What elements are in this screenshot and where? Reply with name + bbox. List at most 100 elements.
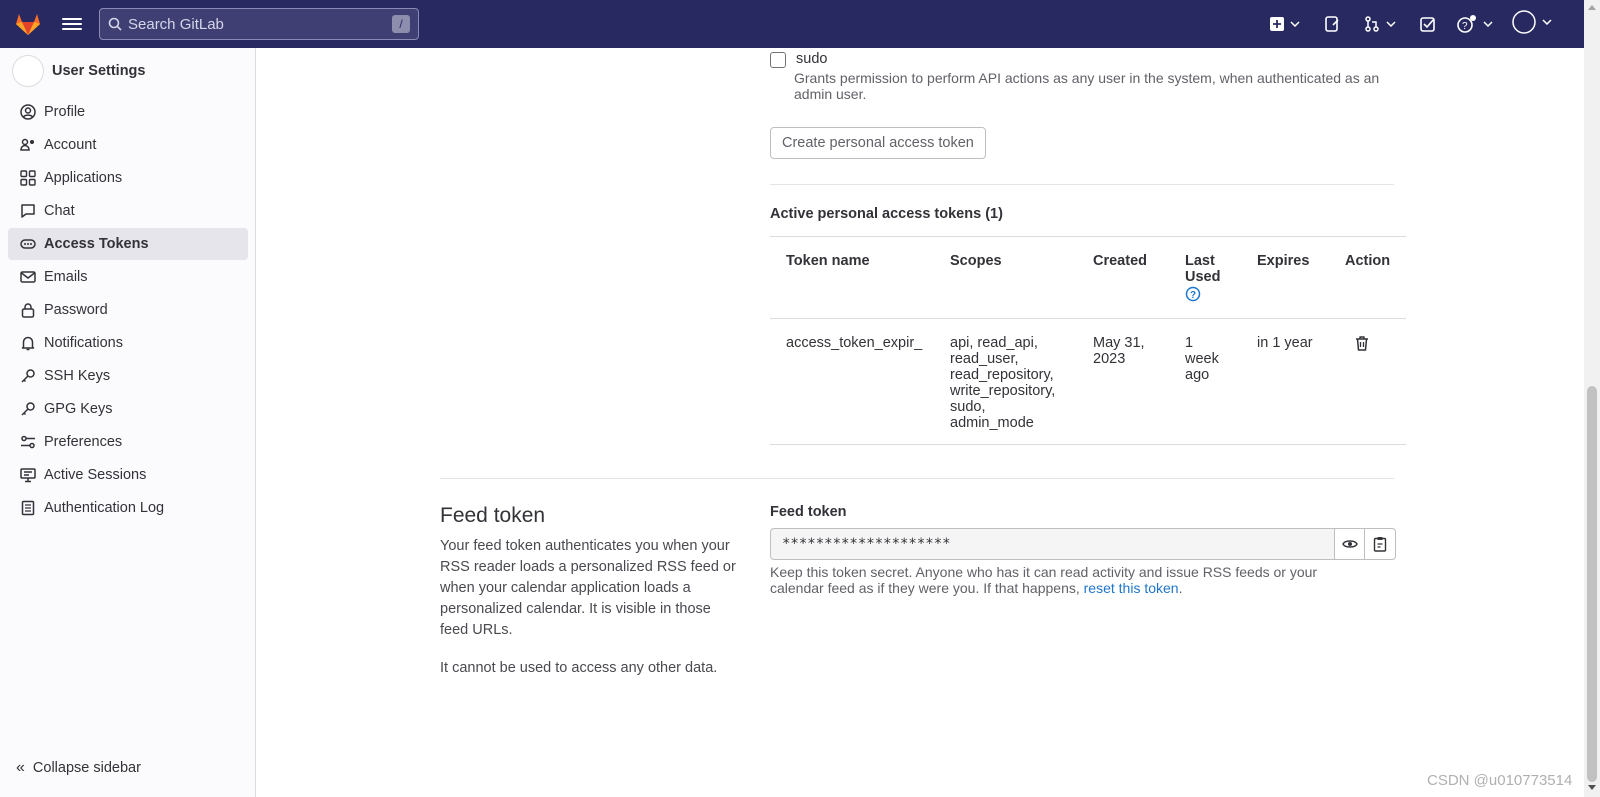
- sidebar-item-label: Authentication Log: [44, 500, 165, 516]
- feed-token-help: Keep this token secret. Anyone who has i…: [770, 564, 1370, 596]
- issues-button[interactable]: [1324, 14, 1340, 34]
- sidebar: User Settings Profile Account Applicatio…: [0, 48, 256, 797]
- hamburger-icon[interactable]: [62, 15, 82, 33]
- key-icon: [20, 368, 36, 384]
- reveal-token-button[interactable]: [1334, 528, 1365, 560]
- feed-token-description: Your feed token authenticates you when y…: [440, 538, 736, 638]
- token-expires-cell: in 1 year: [1257, 335, 1313, 351]
- mail-icon: [20, 269, 36, 285]
- header-scopes: Scopes: [950, 253, 1002, 269]
- question-icon[interactable]: ?: [1185, 286, 1201, 302]
- double-chevron-left-icon: «: [16, 759, 25, 776]
- scroll-up-arrow-icon[interactable]: [1588, 5, 1596, 10]
- sidebar-item-profile[interactable]: Profile: [8, 96, 248, 128]
- clipboard-icon: [1373, 537, 1387, 552]
- active-tokens-table: Token name Scopes Created Last Used ? Ex…: [770, 236, 1406, 445]
- table-header: Token name Scopes Created Last Used ? Ex…: [770, 237, 1406, 319]
- sidebar-item-notifications[interactable]: Notifications: [8, 327, 248, 359]
- top-bar: Search GitLab / ?: [0, 0, 1584, 48]
- sidebar-item-chat[interactable]: Chat: [8, 195, 248, 227]
- sidebar-item-password[interactable]: Password: [8, 294, 248, 326]
- active-tokens-title: Active personal access tokens (1): [770, 206, 1003, 222]
- sidebar-item-active-sessions[interactable]: Active Sessions: [8, 459, 248, 491]
- todo-icon: [1420, 17, 1435, 32]
- create-token-button[interactable]: Create personal access token: [770, 127, 986, 159]
- user-menu-button[interactable]: [1512, 10, 1552, 34]
- reset-token-link[interactable]: reset this token: [1084, 580, 1179, 596]
- token-last-used-cell: 1 week ago: [1185, 335, 1219, 383]
- sidebar-item-access-tokens[interactable]: Access Tokens: [8, 228, 248, 260]
- sidebar-header[interactable]: User Settings: [12, 55, 145, 87]
- search-input[interactable]: Search GitLab /: [99, 8, 419, 40]
- divider: [440, 478, 1394, 479]
- scope-sudo: sudo: [770, 51, 827, 68]
- token-scopes-cell: api, read_api, read_user, read_repositor…: [950, 335, 1056, 431]
- svg-text:?: ?: [1462, 21, 1468, 32]
- chevron-down-icon: [1542, 19, 1552, 25]
- table-row: access_token_expir_ api, read_api, read_…: [770, 319, 1406, 445]
- key-icon: [20, 401, 36, 417]
- help-icon: ?: [1457, 15, 1476, 33]
- sidebar-item-ssh-keys[interactable]: SSH Keys: [8, 360, 248, 392]
- sudo-checkbox[interactable]: [770, 52, 786, 68]
- sidebar-item-label: Access Tokens: [44, 236, 149, 252]
- chat-icon: [20, 203, 36, 219]
- header-token-name: Token name: [786, 253, 870, 269]
- sidebar-item-gpg-keys[interactable]: GPG Keys: [8, 393, 248, 425]
- sidebar-item-label: Profile: [44, 104, 86, 120]
- sidebar-item-label: Account: [44, 137, 97, 153]
- watermark: CSDN @u010773514: [1427, 772, 1573, 789]
- gitlab-logo[interactable]: [14, 12, 42, 36]
- chevron-down-icon: [1483, 21, 1493, 27]
- sidebar-item-authentication-log[interactable]: Authentication Log: [8, 492, 248, 524]
- page-scrollbar[interactable]: [1584, 0, 1600, 797]
- sidebar-item-label: Notifications: [44, 335, 123, 351]
- log-icon: [20, 500, 36, 516]
- sidebar-item-label: Chat: [44, 203, 75, 219]
- eye-icon: [1341, 540, 1358, 548]
- svg-text:?: ?: [1190, 290, 1196, 301]
- header-created: Created: [1093, 253, 1147, 269]
- header-action: Action: [1345, 253, 1391, 269]
- account-icon: [20, 137, 36, 153]
- scrollbar-thumb[interactable]: [1587, 386, 1597, 782]
- monitor-icon: [20, 467, 36, 483]
- sidebar-item-preferences[interactable]: Preferences: [8, 426, 248, 458]
- copy-token-button[interactable]: [1365, 528, 1396, 560]
- sudo-label: sudo: [796, 51, 828, 67]
- sidebar-item-applications[interactable]: Applications: [8, 162, 248, 194]
- feed-token-input[interactable]: ********************: [770, 528, 1334, 560]
- sidebar-title: User Settings: [52, 63, 146, 79]
- header-last-used: Last Used ?: [1185, 253, 1235, 306]
- avatar: [12, 55, 44, 87]
- lock-icon: [20, 302, 36, 318]
- sidebar-item-label: Applications: [44, 170, 123, 186]
- token-name-cell: access_token_expir_: [786, 335, 923, 351]
- feed-token-help-period: .: [1178, 580, 1183, 596]
- header-last-used-label: Last Used: [1185, 253, 1221, 285]
- sidebar-item-account[interactable]: Account: [8, 129, 248, 161]
- sidebar-item-label: GPG Keys: [44, 401, 113, 417]
- divider: [770, 184, 1394, 185]
- sidebar-item-emails[interactable]: Emails: [8, 261, 248, 293]
- todos-button[interactable]: [1420, 14, 1436, 34]
- feed-token-heading: Feed token: [440, 504, 546, 527]
- help-button[interactable]: ?: [1457, 14, 1493, 34]
- sidebar-item-label: Password: [44, 302, 108, 318]
- search-icon: [108, 17, 122, 31]
- feed-token-help-text: Keep this token secret. Anyone who has i…: [770, 564, 1318, 596]
- merge-requests-button[interactable]: [1364, 14, 1396, 34]
- token-icon: [20, 236, 36, 252]
- sudo-help-text: Grants permission to perform API actions…: [794, 70, 1380, 102]
- bell-icon: [20, 335, 36, 351]
- revoke-button[interactable]: [1354, 335, 1370, 356]
- create-new-button[interactable]: [1270, 14, 1300, 34]
- sidebar-item-label: SSH Keys: [44, 368, 111, 384]
- plus-square-icon: [1270, 17, 1284, 31]
- merge-request-icon: [1365, 16, 1379, 32]
- sidebar-item-label: Active Sessions: [44, 467, 147, 483]
- scroll-down-arrow-icon[interactable]: [1588, 785, 1596, 790]
- collapse-sidebar-button[interactable]: « Collapse sidebar: [16, 759, 141, 777]
- profile-icon: [20, 104, 36, 120]
- chevron-down-icon: [1386, 21, 1396, 27]
